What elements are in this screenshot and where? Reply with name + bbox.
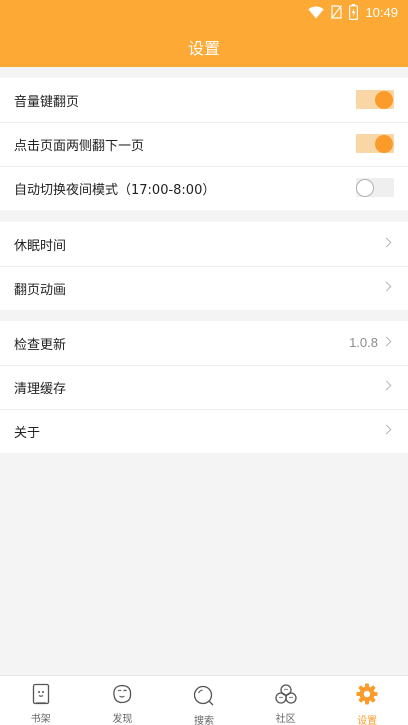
gear-icon <box>356 683 378 705</box>
clear-cache-row[interactable]: 清理缓存 <box>0 365 408 409</box>
wifi-icon <box>308 6 325 18</box>
auto-night-mode-toggle[interactable] <box>356 178 394 197</box>
tab-bookshelf-label: 书架 <box>30 714 51 725</box>
tap-sides-page-turn-row[interactable]: 点击页面两侧翻下一页 <box>0 122 408 166</box>
discover-face-icon <box>113 684 132 704</box>
page-animation-row[interactable]: 翻页动画 <box>0 266 408 310</box>
page-title: 设置 <box>187 39 220 58</box>
tab-community-label: 社区 <box>275 714 296 725</box>
tab-discover[interactable]: 发现 <box>82 676 164 725</box>
sleep-time-label: 休眠时间 <box>14 239 67 254</box>
chevron-right-icon <box>381 336 392 347</box>
tab-bookshelf[interactable]: 书架 <box>0 676 82 725</box>
tab-search[interactable]: 搜索 <box>163 676 245 725</box>
chevron-right-icon <box>381 380 392 391</box>
volume-key-page-turn-toggle[interactable] <box>356 90 394 109</box>
volume-key-page-turn-row[interactable]: 音量键翻页 <box>0 78 408 122</box>
chevron-right-icon <box>381 281 392 292</box>
about-row[interactable]: 关于 <box>0 409 408 453</box>
tab-search-label: 搜索 <box>193 716 214 725</box>
chevron-right-icon <box>381 237 392 248</box>
tab-discover-label: 发现 <box>112 714 133 725</box>
general-settings-group: 休眠时间 翻页动画 <box>0 222 408 310</box>
clear-cache-label: 清理缓存 <box>14 382 67 397</box>
status-time: 10:49 <box>365 4 398 20</box>
page-animation-label: 翻页动画 <box>14 283 67 298</box>
check-update-label: 检查更新 <box>14 338 67 353</box>
sleep-time-row[interactable]: 休眠时间 <box>0 222 408 266</box>
no-sim-icon <box>331 5 343 19</box>
bottom-tab-bar: 书架 发现 搜索 社区 设置 <box>0 675 408 725</box>
status-bar: 10:49 <box>0 0 408 24</box>
reading-settings-group: 音量键翻页 点击页面两侧翻下一页 自动切换夜间模式（17:00-8:00） <box>0 78 408 210</box>
auto-night-mode-row[interactable]: 自动切换夜间模式（17:00-8:00） <box>0 166 408 210</box>
volume-key-page-turn-label: 音量键翻页 <box>14 95 80 110</box>
auto-night-mode-label: 自动切换夜间模式（17:00-8:00） <box>14 183 216 198</box>
tap-sides-page-turn-label: 点击页面两侧翻下一页 <box>14 139 145 154</box>
about-settings-group: 检查更新 1.0.8 清理缓存 关于 <box>0 321 408 453</box>
app-bar: 设置 <box>0 24 408 67</box>
battery-charging-icon <box>349 4 359 20</box>
tab-settings[interactable]: 设置 <box>326 676 408 725</box>
tab-settings-label: 设置 <box>357 716 378 725</box>
check-update-row[interactable]: 检查更新 1.0.8 <box>0 321 408 365</box>
community-icon <box>274 684 297 704</box>
version-value: 1.0.8 <box>349 335 378 350</box>
about-label: 关于 <box>14 426 41 441</box>
tab-community[interactable]: 社区 <box>245 676 327 725</box>
bookshelf-icon <box>32 683 49 705</box>
search-icon <box>193 685 214 706</box>
tap-sides-page-turn-toggle[interactable] <box>356 134 394 153</box>
chevron-right-icon <box>381 424 392 435</box>
status-icons: 10:49 <box>308 2 398 22</box>
